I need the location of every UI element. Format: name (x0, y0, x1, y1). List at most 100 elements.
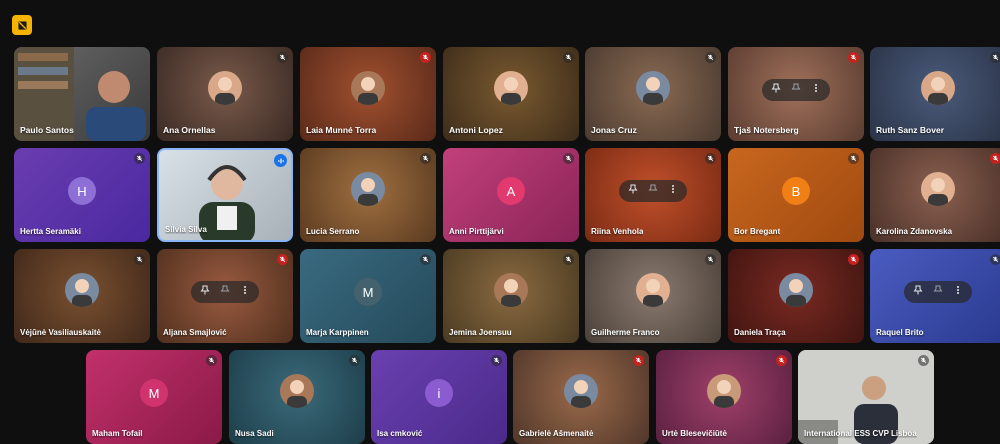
participant-tile[interactable]: A Anni Pirttijärvi (443, 148, 579, 242)
more-options-icon[interactable] (668, 180, 678, 202)
mic-off-icon (705, 52, 716, 63)
participant-name: Urtė Blesevičiūtė (662, 429, 727, 438)
participant-name: Aljana Smajlović (163, 328, 227, 337)
participant-name: Jemina Joensuu (449, 328, 512, 337)
remove-pin-icon[interactable] (220, 281, 230, 303)
participant-tile[interactable]: Jonas Cruz (585, 47, 721, 141)
mic-off-icon (776, 355, 787, 366)
participant-tile[interactable]: B Bor Bregant (728, 148, 864, 242)
pin-icon[interactable] (200, 281, 210, 303)
participant-name: Gabrielė Ašmenaitė (519, 429, 594, 438)
mic-off-icon (277, 52, 288, 63)
mic-off-icon (848, 52, 859, 63)
participant-tile[interactable]: Urtė Blesevičiūtė (656, 350, 792, 444)
participant-tile[interactable]: i Isa cmković (371, 350, 507, 444)
avatar: M (354, 278, 382, 307)
participant-tile[interactable]: Nusa Sadi (229, 350, 365, 444)
mic-off-icon (990, 52, 1000, 63)
participant-name: Marja Karppinen (306, 328, 369, 337)
participant-tile[interactable]: Karolina Zdanovska (870, 148, 1000, 242)
participant-tile[interactable]: Lucia Serrano (300, 148, 436, 242)
mic-off-icon (705, 254, 716, 265)
avatar (636, 273, 670, 308)
avatar (921, 71, 955, 106)
mic-off-icon (134, 254, 145, 265)
participant-name: Maham Tofail (92, 429, 143, 438)
more-options-icon[interactable] (953, 281, 963, 303)
participant-name: Raquel Brito (876, 328, 924, 337)
mic-off-icon (633, 355, 644, 366)
tile-hover-controls (619, 180, 687, 203)
mic-off-icon (563, 52, 574, 63)
remove-pin-icon[interactable] (791, 79, 801, 101)
participant-tile[interactable]: Ruth Sanz Bover (870, 47, 1000, 141)
participant-name: Karolina Zdanovska (876, 227, 953, 236)
mic-off-icon (918, 355, 929, 366)
mic-off-icon (277, 254, 288, 265)
participant-tile[interactable]: Raquel Brito (870, 249, 1000, 343)
participant-tile[interactable]: Paulo Santos (14, 47, 150, 141)
avatar (351, 71, 385, 106)
mic-off-icon (563, 153, 574, 164)
participant-name: Silvia Silva (165, 225, 207, 234)
participant-name: Vėjūnė Vasiliauskaitė (20, 328, 101, 337)
participant-tile[interactable]: Gabrielė Ašmenaitė (513, 350, 649, 444)
participant-tile[interactable]: Ana Ornellas (157, 47, 293, 141)
more-options-icon[interactable] (240, 281, 250, 303)
participant-tile[interactable]: Daniela Traça (728, 249, 864, 343)
avatar (280, 374, 314, 409)
avatar (707, 374, 741, 409)
participant-name: Riina Venhola (591, 227, 644, 236)
avatar (208, 71, 242, 106)
mic-off-icon (206, 355, 217, 366)
participant-name: Isa cmković (377, 429, 423, 438)
mic-off-icon (848, 254, 859, 265)
remove-pin-icon[interactable] (933, 281, 943, 303)
avatar (636, 71, 670, 106)
avatar: M (140, 379, 168, 408)
mic-off-icon (349, 355, 360, 366)
mic-off-icon (491, 355, 502, 366)
remove-pin-icon[interactable] (648, 180, 658, 202)
participant-tile[interactable]: H Hertta Seramäki (14, 148, 150, 242)
participant-tile[interactable]: International ESS CVP Lisboa (798, 350, 934, 444)
participant-name: Tjaš Notersberg (734, 125, 799, 135)
avatar (351, 172, 385, 207)
tile-hover-controls (762, 79, 830, 102)
mic-off-icon (990, 153, 1000, 164)
participant-name: Guilherme Franco (591, 328, 660, 337)
participant-tile[interactable]: Guilherme Franco (585, 249, 721, 343)
participant-name: Antoni Lopez (449, 125, 503, 135)
pin-icon[interactable] (771, 79, 781, 101)
mic-off-icon (990, 254, 1000, 265)
avatar (65, 273, 99, 308)
participant-name: Ruth Sanz Bover (876, 125, 945, 135)
more-options-icon[interactable] (811, 79, 821, 101)
participant-tile[interactable]: Vėjūnė Vasiliauskaitė (14, 249, 150, 343)
participant-tile[interactable]: Aljana Smajlović (157, 249, 293, 343)
mic-off-icon (420, 52, 431, 63)
participant-tile[interactable]: Jemina Joensuu (443, 249, 579, 343)
participant-tile[interactable]: Laia Munné Torra (300, 47, 436, 141)
participant-name: Ana Ornellas (163, 125, 216, 135)
participant-tile[interactable]: M Marja Karppinen (300, 249, 436, 343)
participant-tile[interactable]: Tjaš Notersberg (728, 47, 864, 141)
avatar (779, 273, 813, 308)
participant-name: Anni Pirttijärvi (449, 227, 504, 236)
avatar (494, 71, 528, 106)
avatar: H (68, 177, 96, 206)
pin-icon[interactable] (628, 180, 638, 202)
mic-off-icon (848, 153, 859, 164)
participant-tile[interactable]: Silvia Silva (157, 148, 293, 242)
participant-name: Nusa Sadi (235, 429, 274, 438)
participant-tile[interactable]: Antoni Lopez (443, 47, 579, 141)
participant-tile[interactable]: Riina Venhola (585, 148, 721, 242)
participant-tile[interactable]: M Maham Tofail (86, 350, 222, 444)
avatar: i (425, 379, 453, 408)
participant-name: Paulo Santos (20, 125, 74, 135)
participant-name: Lucia Serrano (306, 227, 360, 236)
mic-off-icon (563, 254, 574, 265)
speaking-indicator-icon (274, 154, 287, 167)
pin-icon[interactable] (913, 281, 923, 303)
participant-name: Laia Munné Torra (306, 125, 377, 135)
